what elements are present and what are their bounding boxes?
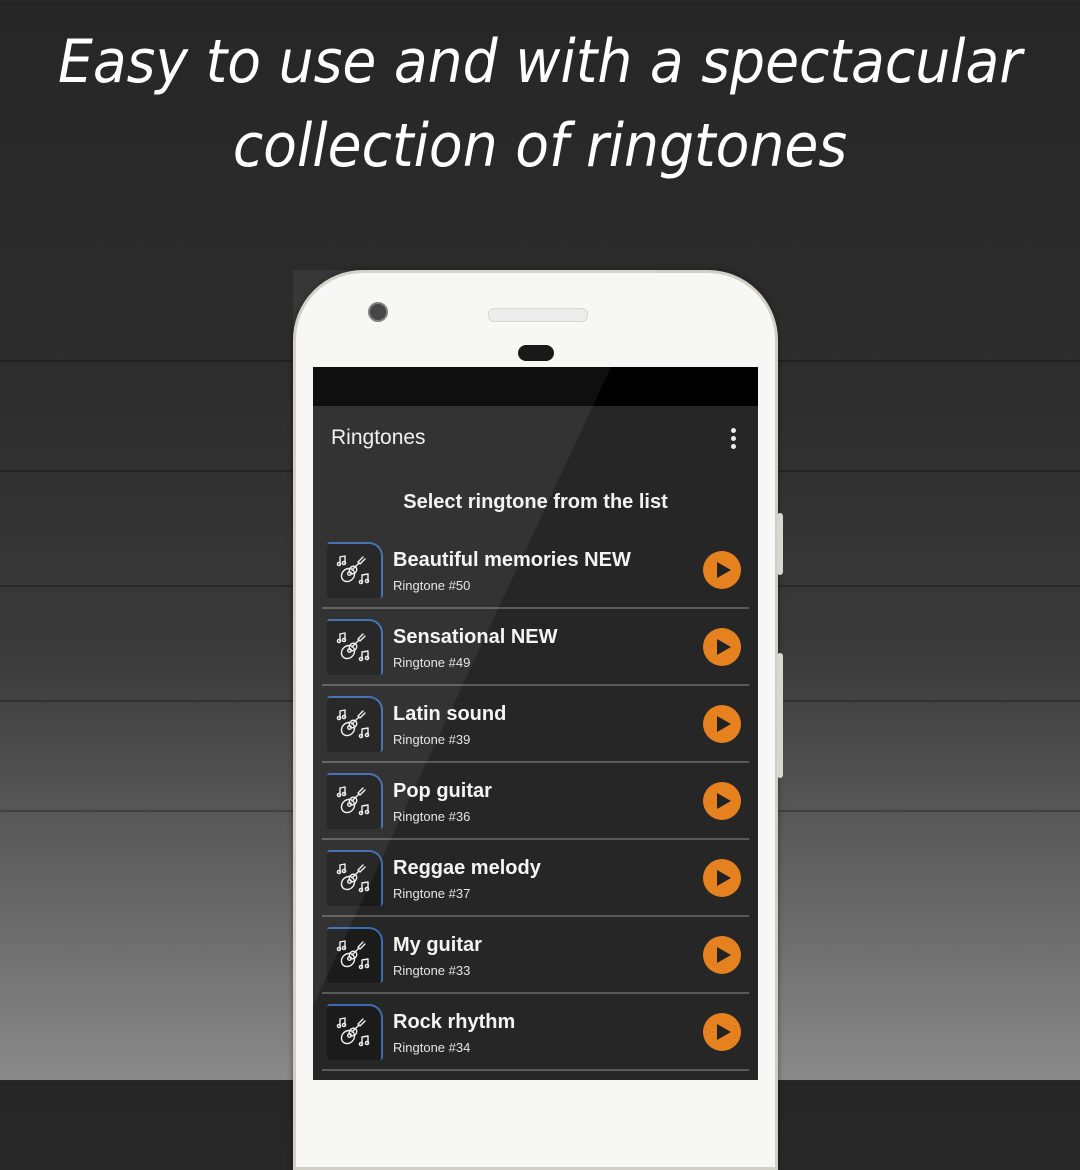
app-bar: Ringtones — [313, 406, 758, 470]
ringtone-row[interactable]: Pop guitar Ringtone #36 — [322, 763, 749, 840]
ringtone-name: My guitar — [393, 933, 482, 956]
ringtone-name: Rock rhythm — [393, 1010, 516, 1033]
play-button[interactable] — [703, 627, 741, 666]
play-icon — [716, 869, 731, 886]
promo-headline: Easy to use and with a spectacular colle… — [43, 20, 1037, 188]
app-title: Ringtones — [331, 426, 426, 449]
guitar-notes-icon — [327, 772, 383, 829]
list-instruction: Select ringtone from the list — [403, 491, 668, 513]
ringtone-number: Ringtone #49 — [393, 654, 471, 670]
play-icon — [716, 638, 731, 655]
play-button[interactable] — [703, 935, 741, 974]
ringtone-list: Beautiful memories NEW Ringtone #50 Sens… — [322, 532, 749, 1071]
play-button[interactable] — [703, 1012, 741, 1051]
ringtone-number: Ringtone #37 — [393, 885, 471, 901]
side-button-volume — [777, 653, 783, 778]
ringtone-name: Reggae melody — [393, 856, 541, 879]
ringtone-number: Ringtone #34 — [393, 1039, 471, 1055]
ringtone-number: Ringtone #33 — [393, 962, 471, 978]
ringtone-row[interactable]: Rock rhythm Ringtone #34 — [322, 994, 749, 1071]
ringtone-number: Ringtone #36 — [393, 808, 471, 824]
ringtone-name: Latin sound — [393, 702, 507, 725]
play-button[interactable] — [703, 781, 741, 820]
ringtone-name: Beautiful memories NEW — [393, 548, 631, 571]
headline-line-1: Easy to use and with a spectacular — [57, 27, 1023, 97]
app-screen: Ringtones Select ringtone from the list … — [313, 367, 758, 1080]
guitar-notes-icon — [327, 618, 383, 675]
ringtone-row[interactable]: Beautiful memories NEW Ringtone #50 — [322, 532, 749, 609]
ringtone-number: Ringtone #39 — [393, 731, 471, 747]
ringtone-row[interactable]: Sensational NEW Ringtone #49 — [322, 609, 749, 686]
side-button-power — [777, 513, 783, 575]
guitar-notes-icon — [327, 1003, 383, 1060]
guitar-notes-icon — [327, 695, 383, 752]
status-bar — [313, 367, 758, 406]
play-icon — [716, 1023, 731, 1040]
ringtone-number: Ringtone #50 — [393, 577, 471, 593]
ringtone-row[interactable]: My guitar Ringtone #33 — [322, 917, 749, 994]
ringtone-name: Sensational NEW — [393, 625, 558, 648]
play-icon — [716, 792, 731, 809]
guitar-notes-icon — [327, 541, 383, 598]
play-icon — [716, 561, 731, 578]
ringtone-row[interactable]: Latin sound Ringtone #39 — [322, 686, 749, 763]
headline-line-2: collection of ringtones — [232, 111, 848, 181]
earpiece-speaker — [488, 308, 588, 322]
play-icon — [716, 715, 731, 732]
ringtone-name: Pop guitar — [393, 779, 492, 802]
guitar-notes-icon — [327, 926, 383, 983]
guitar-notes-icon — [327, 849, 383, 906]
front-camera — [368, 302, 388, 322]
more-vert-icon[interactable] — [727, 424, 740, 453]
play-button[interactable] — [703, 704, 741, 743]
proximity-sensor — [518, 345, 554, 361]
play-button[interactable] — [703, 550, 741, 589]
play-button[interactable] — [703, 858, 741, 897]
ringtone-row[interactable]: Reggae melody Ringtone #37 — [322, 840, 749, 917]
play-icon — [716, 946, 731, 963]
